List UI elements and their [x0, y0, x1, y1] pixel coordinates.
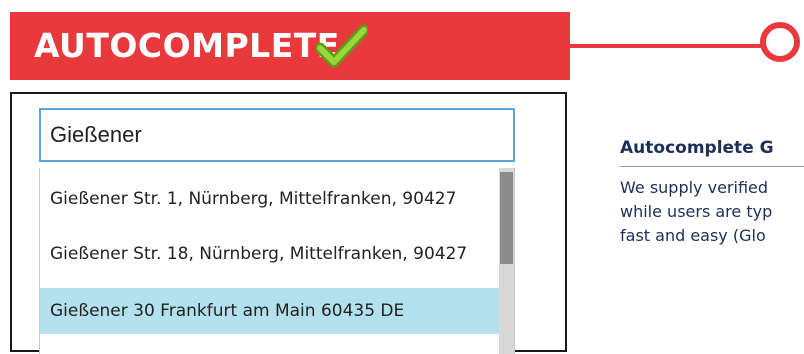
suggestion-item[interactable]: Gießener Str. 18, Nürnberg, Mittelfranke…: [40, 231, 499, 277]
dropdown-scrollbar[interactable]: [499, 168, 514, 354]
suggestion-item-selected[interactable]: Gießener 30 Frankfurt am Main 60435 DE: [40, 288, 499, 334]
title-banner: AUTOCOMPLETE: [10, 12, 570, 80]
timeline-node: [760, 22, 800, 62]
info-divider: [620, 166, 804, 167]
timeline-connector: [570, 44, 765, 48]
info-text-line: fast and easy (Glo: [620, 226, 766, 245]
checkmark-icon: [316, 24, 368, 68]
info-text-line: while users are typ: [620, 202, 773, 221]
suggestion-item[interactable]: Gießener Str. 1, Nürnberg, Mittelfranken…: [40, 176, 499, 222]
scrollbar-thumb[interactable]: [500, 172, 513, 264]
address-search-input[interactable]: [39, 108, 515, 162]
autocomplete-demo-panel: Gießener Str. 1, Nürnberg, Mittelfranken…: [10, 92, 567, 354]
banner-title: AUTOCOMPLETE: [34, 26, 340, 65]
info-heading: Autocomplete G: [620, 138, 774, 158]
info-text-line: We supply verified: [620, 178, 769, 197]
suggestion-dropdown: Gießener Str. 1, Nürnberg, Mittelfranken…: [39, 168, 515, 354]
